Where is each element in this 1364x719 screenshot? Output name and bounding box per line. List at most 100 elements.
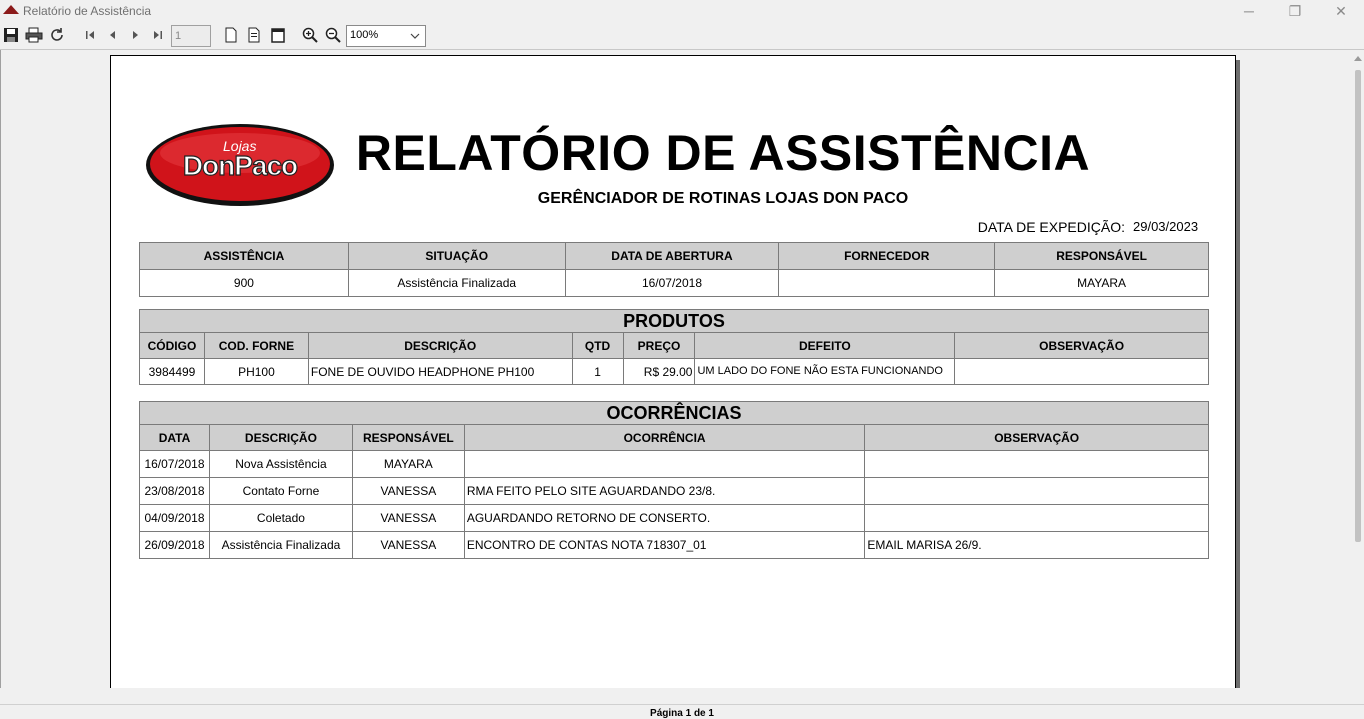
full-page-button[interactable] [268,25,288,45]
header-situacao: SITUAÇÃO [347,242,566,270]
last-page-icon [154,31,162,39]
products-section-title: PRODUTOS [139,309,1209,333]
occurrence-descricao: Nova Assistência [208,450,353,478]
product-defeito: UM LADO DO FONE NÃO ESTA FUNCIONANDO [694,358,956,385]
window-title: Relatório de Assistência [23,4,152,18]
next-page-icon [133,31,138,39]
header-defeito: DEFEITO [694,332,956,359]
zoom-out-icon [325,27,341,43]
header-responsavel: RESPONSÁVEL [994,242,1209,270]
single-page-icon [225,27,237,43]
occurrence-ocorrencia: AGUARDANDO RETORNO DE CONSERTO. [463,504,866,532]
page-width-icon [248,27,260,43]
first-page-button[interactable] [80,25,100,45]
data-abertura-value: 16/07/2018 [564,269,780,297]
header-responsavel: RESPONSÁVEL [351,424,465,451]
first-page-icon [86,31,94,39]
report-subtitle: GERÊNCIADOR DE ROTINAS LOJAS DON PACO [537,190,909,207]
occurrences-table: OCORRÊNCIAS DATA DESCRIÇÃO RESPONSÁVEL O… [139,401,1209,559]
save-icon [4,28,18,42]
page-info: Página 1 de 1 [650,708,714,719]
header-ocorrencia: OCORRÊNCIA [463,424,866,451]
zoom-value: 100% [350,29,379,41]
maximize-button[interactable]: ❐ [1272,0,1318,22]
zoom-in-icon [302,27,318,43]
table-row: 23/08/2018 Contato Forne VANESSA RMA FEI… [139,477,1209,505]
occurrence-data: 26/09/2018 [139,531,210,559]
report-title: RELATÓRIO DE ASSISTÊNCIA [355,125,1091,181]
expedition-date-label: DATA DE EXPEDIÇÃO: [977,219,1125,235]
occurrence-observacao [864,477,1209,505]
occurrence-responsavel: VANESSA [351,477,465,505]
save-button[interactable] [1,25,21,45]
occurrence-observacao [864,450,1209,478]
header-data: DATA [139,424,210,451]
occurrence-descricao: Assistência Finalizada [208,531,353,559]
product-observacao [954,358,1209,385]
header-cod-forne: COD. FORNE [203,332,309,359]
header-codigo: CÓDIGO [139,332,205,359]
occurrence-observacao [864,504,1209,532]
page-width-button[interactable] [244,25,264,45]
header-qtd: QTD [571,332,624,359]
full-page-icon [271,28,285,43]
occurrence-data: 04/09/2018 [139,504,210,532]
single-page-button[interactable] [221,25,241,45]
report-viewer[interactable]: Lojas DonPaco RELATÓRIO DE ASSISTÊNCIA G… [0,50,1364,688]
header-descricao: DESCRIÇÃO [208,424,353,451]
minimize-button[interactable]: ─ [1226,0,1272,22]
table-row: 04/09/2018 Coletado VANESSA AGUARDANDO R… [139,504,1209,532]
occurrence-data: 23/08/2018 [139,477,210,505]
occurrence-ocorrencia [463,450,866,478]
header-observacao: OBSERVAÇÃO [954,332,1209,359]
svg-text:DonPaco: DonPaco [183,150,298,181]
product-codigo: 3984499 [139,358,205,385]
print-button[interactable] [24,25,44,45]
zoom-in-button[interactable] [300,25,320,45]
scroll-up-icon[interactable] [1354,56,1362,61]
scrollbar-thumb[interactable] [1355,70,1361,542]
close-button[interactable]: ✕ [1318,0,1364,22]
assistance-info-table: ASSISTÊNCIA SITUAÇÃO DATA DE ABERTURA FO… [139,242,1209,297]
assistencia-value: 900 [139,269,349,297]
occurrence-descricao: Contato Forne [208,477,353,505]
previous-page-icon [110,31,115,39]
page-number-input[interactable] [171,25,211,47]
header-descricao: DESCRIÇÃO [307,332,573,359]
header-preco: PREÇO [622,332,696,359]
toolbar: 100% [0,22,1364,50]
responsavel-value: MAYARA [994,269,1209,297]
title-bar: Relatório de Assistência ─ ❐ ✕ [0,0,1364,22]
zoom-select[interactable]: 100% [346,25,426,47]
occurrence-responsavel: VANESSA [351,531,465,559]
status-bar: Página 1 de 1 [0,704,1364,719]
header-data-abertura: DATA DE ABERTURA [564,242,780,270]
header-observacao: OBSERVAÇÃO [864,424,1209,451]
expedition-date-value: 29/03/2023 [1133,219,1199,234]
situacao-value: Assistência Finalizada [347,269,566,297]
product-descricao: FONE DE OUVIDO HEADPHONE PH100 [307,358,573,385]
occurrence-descricao: Coletado [208,504,353,532]
occurrence-responsavel: MAYARA [351,450,465,478]
last-page-button[interactable] [148,25,168,45]
product-preco: R$ 29.00 [622,358,696,385]
table-row: 3984499 PH100 FONE DE OUVIDO HEADPHONE P… [139,358,1209,385]
don-paco-logo: Lojas DonPaco [146,124,334,206]
report-page: Lojas DonPaco RELATÓRIO DE ASSISTÊNCIA G… [110,55,1236,688]
header-fornecedor: FORNECEDOR [778,242,996,270]
table-row: 26/09/2018 Assistência Finalizada VANESS… [139,531,1209,559]
app-icon [3,5,19,14]
previous-page-button[interactable] [103,25,123,45]
refresh-icon [51,28,63,41]
fornecedor-value [778,269,996,297]
occurrence-responsavel: VANESSA [351,504,465,532]
occurrences-section-title: OCORRÊNCIAS [139,401,1209,425]
header-assistencia: ASSISTÊNCIA [139,242,349,270]
vertical-scrollbar[interactable] [1352,52,1364,688]
product-qtd: 1 [571,358,624,385]
next-page-button[interactable] [125,25,145,45]
zoom-out-button[interactable] [323,25,343,45]
product-cod-forne: PH100 [203,358,309,385]
refresh-button[interactable] [47,25,67,45]
occurrence-observacao: EMAIL MARISA 26/9. [864,531,1209,559]
